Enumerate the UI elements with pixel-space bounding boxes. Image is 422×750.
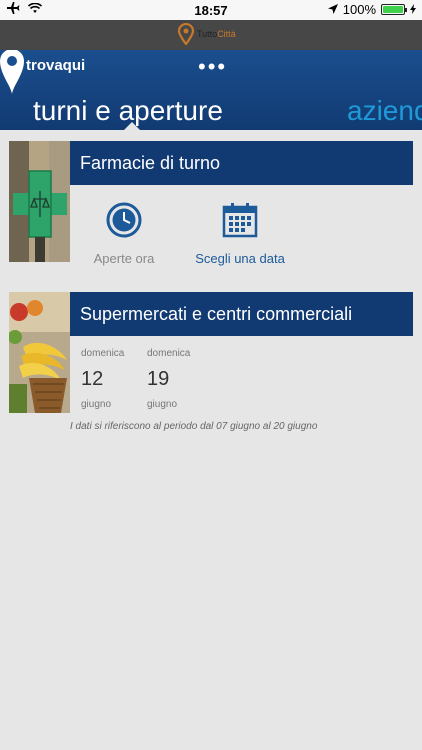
supermarket-image [8, 292, 70, 413]
clock-icon [106, 202, 142, 241]
day-name: domenica [147, 348, 191, 359]
day-month: giugno [147, 399, 178, 410]
status-bar: 18:57 100% [0, 0, 422, 20]
pharmacy-image [9, 141, 70, 262]
open-now-label: Aperte ora [93, 251, 155, 266]
active-tab-indicator [124, 122, 140, 130]
brand-name: TuttoCittà [197, 29, 236, 39]
trovaqui-pin-icon[interactable] [0, 50, 24, 99]
tab-aziende[interactable]: aziende [347, 95, 422, 127]
pharmacies-title: Farmacie di turno [70, 141, 413, 185]
brand-bar: TuttoCittà [0, 20, 422, 50]
supermarkets-title: Supermercati e centri commerciali [70, 292, 413, 336]
period-note: I dati si riferiscono al periodo dal 07 … [70, 421, 318, 432]
day-month: giugno [81, 399, 112, 410]
more-menu-button[interactable]: ••• [198, 56, 227, 78]
choose-date-button[interactable]: Scegli una data [192, 202, 288, 266]
day-name: domenica [81, 348, 125, 359]
location-arrow-icon [327, 2, 338, 17]
day-entry[interactable]: domenica 19 giugno [147, 348, 207, 410]
day-entry[interactable]: domenica 12 giugno [81, 348, 141, 410]
day-date: 19 [147, 368, 170, 390]
map-pin-icon [177, 22, 195, 50]
nav-header: trovaqui ••• turni e aperture aziende [0, 50, 422, 130]
choose-date-label: Scegli una data [195, 251, 285, 266]
app-logo-text[interactable]: trovaqui [26, 57, 85, 74]
calendar-icon [222, 202, 258, 241]
charging-bolt-icon [410, 2, 416, 17]
battery-icon [381, 4, 407, 15]
day-date: 12 [81, 368, 104, 390]
open-now-button[interactable]: Aperte ora [92, 202, 156, 266]
battery-percent: 100% [342, 2, 376, 17]
